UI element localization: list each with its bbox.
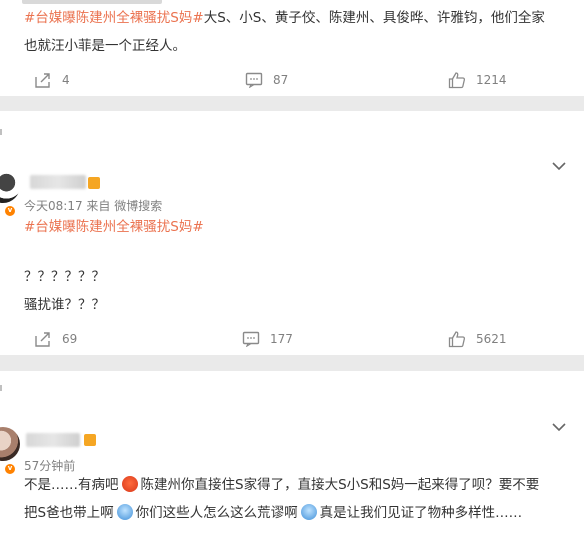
- post-hashtag-line: #台媒曝陈建州全裸骚扰S妈#: [24, 213, 204, 241]
- share-button[interactable]: 69: [34, 327, 77, 351]
- post-actions: 4 87 1214: [0, 68, 584, 92]
- post-text: 不是……有病吧 陈建州你直接住S家得了，直接大S小S和S妈一起来得了呗？要不要 把…: [24, 471, 574, 527]
- like-button[interactable]: 5621: [448, 327, 507, 351]
- post-meta: 今天08:17 来自 微博搜索: [24, 199, 163, 213]
- post-text-line: 大S、小S、黄子佼、陈建州、具俊晔、许雅钧，他们全家: [203, 10, 545, 26]
- hashtag-link[interactable]: #台媒曝陈建州全裸骚扰S妈#: [24, 219, 204, 235]
- share-button[interactable]: 4: [34, 68, 70, 92]
- divider-tick: [0, 385, 2, 391]
- share-count: 69: [62, 332, 78, 346]
- divider-tick: [0, 129, 2, 135]
- avatar[interactable]: [0, 427, 20, 461]
- username[interactable]: [26, 433, 80, 447]
- post-text-segment: 不是……有病吧: [24, 477, 119, 493]
- post-card-2: v 今天08:17 来自 微博搜索 #台媒曝陈建州全裸骚扰S妈# ？？？？？？ …: [0, 111, 584, 355]
- post-text-line: ？？？？？？: [24, 269, 105, 285]
- share-count: 4: [62, 73, 70, 87]
- comment-icon: [245, 72, 263, 88]
- verified-badge-icon: v: [4, 205, 16, 217]
- comment-count: 87: [273, 73, 289, 87]
- post-card-1: #台媒曝陈建州全裸骚扰S妈#大S、小S、黄子佼、陈建州、具俊晔、许雅钧，他们全家…: [0, 0, 584, 96]
- share-icon: [35, 332, 50, 347]
- chevron-down-icon[interactable]: [552, 422, 566, 432]
- like-count: 1214: [476, 73, 507, 87]
- post-card-3: v 57分钟前 不是……有病吧 陈建州你直接住S家得了，直接大S小S和S妈一起来得…: [0, 371, 584, 535]
- share-icon: [35, 73, 50, 88]
- chevron-down-icon[interactable]: [552, 161, 566, 171]
- angry-emoji-icon: [121, 476, 138, 492]
- post-text-segment: 陈建州你直接住S家得了，直接大S小S和S妈一起来得了呗？要不要: [140, 477, 540, 493]
- facepalm-emoji-icon: [300, 504, 317, 520]
- hashtag-link[interactable]: #台媒曝陈建州全裸骚扰S妈#: [24, 10, 204, 26]
- member-badge-icon: [84, 434, 96, 446]
- post-text: ？？？？？？ 骚扰谁？？？: [24, 263, 105, 319]
- post-text: #台媒曝陈建州全裸骚扰S妈#大S、小S、黄子佼、陈建州、具俊晔、许雅钧，他们全家…: [24, 4, 545, 60]
- post-text-segment: 真是让我们见证了物种多样性……: [319, 505, 523, 521]
- verified-badge-icon: v: [4, 463, 16, 475]
- like-button[interactable]: 1214: [448, 68, 507, 92]
- post-text-line: 也就汪小菲是一个正经人。: [24, 38, 186, 54]
- comment-button[interactable]: 177: [242, 327, 293, 351]
- like-icon: [448, 331, 466, 348]
- like-count: 5621: [476, 332, 507, 346]
- avatar[interactable]: [0, 169, 20, 203]
- post-text-segment: 把S爸也带上啊: [24, 505, 114, 521]
- comment-icon: [242, 331, 260, 347]
- member-badge-icon: [88, 177, 100, 189]
- post-actions: 69 177 5621: [0, 327, 584, 351]
- like-icon: [448, 72, 466, 89]
- post-text-segment: 你们这些人怎么这么荒谬啊: [135, 505, 298, 521]
- facepalm-emoji-icon: [116, 504, 133, 520]
- comment-button[interactable]: 87: [245, 68, 288, 92]
- username[interactable]: [30, 175, 86, 189]
- post-text-line: 骚扰谁？？？: [24, 297, 105, 313]
- comment-count: 177: [270, 332, 293, 346]
